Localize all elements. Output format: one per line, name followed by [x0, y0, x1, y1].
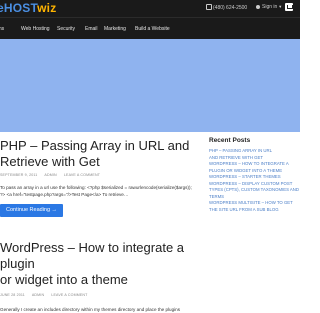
- sign-in-link[interactable]: Sign in▼: [256, 3, 282, 11]
- phone-text: (480) 624-2500: [213, 5, 248, 11]
- post-comments-link[interactable]: LEAVE A COMMENT: [64, 173, 100, 177]
- recent-posts-heading: Recent Posts: [209, 137, 251, 144]
- nav-item-web-hosting[interactable]: Web Hosting: [21, 26, 50, 33]
- hero-banner: [0, 39, 300, 132]
- post-date[interactable]: SEPTEMBER 9, 2011: [0, 173, 37, 177]
- post-author[interactable]: ADMIN: [44, 173, 56, 177]
- phone-icon: [206, 4, 212, 10]
- recent-post-link[interactable]: THE SITE URL FROM A SUB BLOG: [209, 207, 299, 214]
- post-title-line: WordPress – How to integrate a plugin: [0, 240, 185, 271]
- main-nav: ains Web Hosting Security Email Marketin…: [0, 17, 300, 40]
- excerpt-line: Generally I create an includes directory…: [0, 307, 181, 312]
- post-title-line: or widget into a theme: [0, 272, 128, 287]
- logo-wiz: wiz: [37, 1, 57, 15]
- sign-in-label: Sign in: [262, 4, 278, 10]
- recent-post-link[interactable]: TYPES (CPTS), CUSTOM TAXONOMIES AND: [209, 187, 299, 194]
- post-date[interactable]: JUNE 28 2011: [0, 293, 25, 297]
- nav-item-build-website[interactable]: Build a Website: [135, 26, 170, 33]
- recent-post-link[interactable]: WORDPRESS MULTISITE – HOW TO GET: [209, 200, 299, 207]
- nav-item-email[interactable]: Email: [85, 26, 98, 33]
- post-excerpt: To pass an array in a url use the follow…: [0, 184, 200, 198]
- nav-item-marketing[interactable]: Marketing: [104, 26, 126, 33]
- recent-posts-list: PHP – PASSING ARRAY IN URL AND RETRIEVE …: [209, 148, 299, 213]
- top-bar: eHOSTwiz (480) 624-2500 Sign in▼: [0, 0, 300, 17]
- cart-icon[interactable]: [285, 3, 293, 11]
- nav-item-domains[interactable]: ains: [0, 26, 4, 33]
- chevron-down-icon: ▼: [278, 4, 283, 9]
- excerpt-line: To pass an array in a url use the follow…: [0, 185, 192, 190]
- post-meta: JUNE 28 2011 ADMIN LEAVE A COMMENT: [0, 293, 200, 298]
- user-icon: [256, 4, 260, 9]
- site-logo[interactable]: eHOSTwiz: [0, 0, 56, 17]
- post-comments-link[interactable]: LEAVE A COMMENT: [51, 293, 87, 297]
- post-title-line: Retrieve with Get: [0, 154, 100, 169]
- phone-number[interactable]: (480) 624-2500: [206, 4, 247, 12]
- post-title[interactable]: PHP – Passing Array in URL and Retrieve …: [0, 138, 200, 170]
- post-meta: SEPTEMBER 9, 2011 ADMIN LEAVE A COMMENT: [0, 173, 200, 178]
- post-author[interactable]: ADMIN: [32, 293, 44, 297]
- logo-host: HOST: [3, 1, 38, 15]
- post-title-line: PHP – Passing Array in URL and: [0, 138, 190, 153]
- post-title[interactable]: WordPress – How to integrate a plugin or…: [0, 240, 200, 288]
- nav-item-security[interactable]: Security: [57, 26, 75, 33]
- continue-reading-button[interactable]: Continue Reading →: [0, 204, 64, 217]
- post-article: WordPress – How to integrate a plugin or…: [0, 240, 200, 313]
- recent-post-link[interactable]: WORDPRESS – HOW TO INTEGRATE A: [209, 161, 299, 168]
- post-excerpt: Generally I create an includes directory…: [0, 306, 200, 313]
- excerpt-line: ?> <a href="testpage.php?args="/>Test Pa…: [0, 192, 129, 197]
- post-article: PHP – Passing Array in URL and Retrieve …: [0, 138, 200, 217]
- sidebar: Recent Posts PHP – PASSING ARRAY IN URL …: [209, 137, 299, 213]
